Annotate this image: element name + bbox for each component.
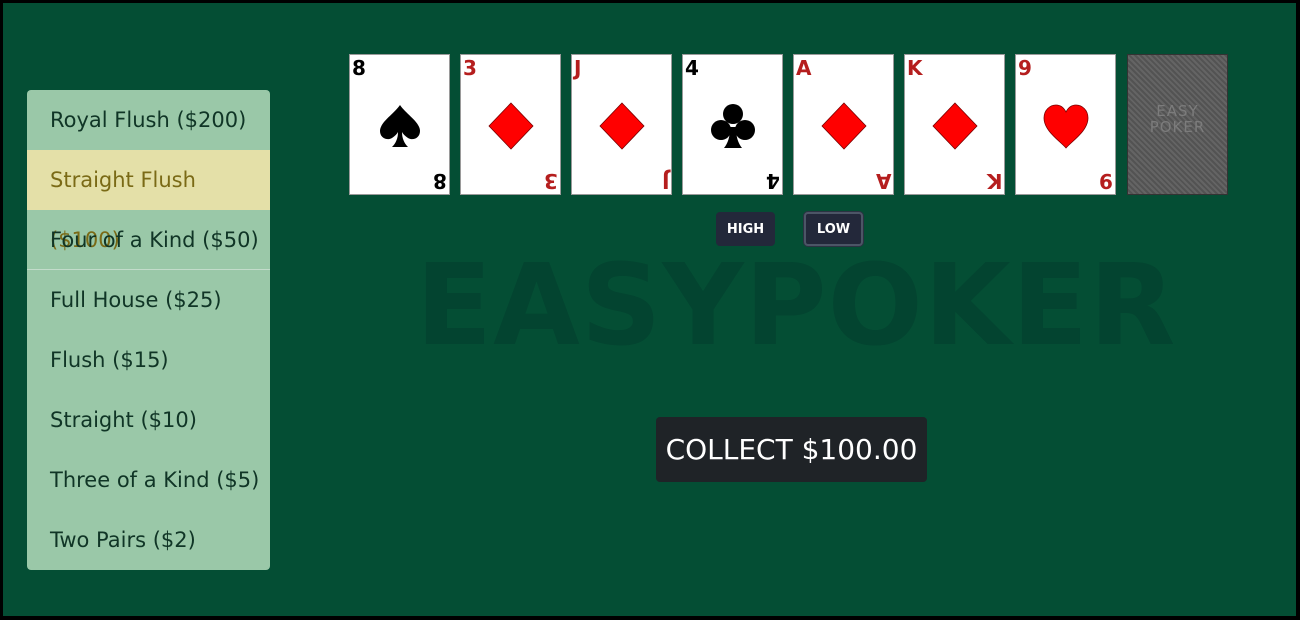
- diamond-icon: [599, 102, 645, 150]
- pay-row-four-of-a-kind: Four of a Kind ($50): [27, 210, 270, 270]
- pay-row-royal-flush: Royal Flush ($200): [50, 108, 247, 132]
- card-rank: 4: [766, 169, 780, 193]
- card-3[interactable]: J J: [571, 54, 672, 195]
- card-rank: J: [661, 169, 669, 193]
- card-rank: 3: [544, 169, 558, 193]
- card-rank: A: [796, 56, 812, 80]
- club-icon: [711, 104, 755, 148]
- card-7[interactable]: 9 9: [1015, 54, 1116, 195]
- card-6[interactable]: K K: [904, 54, 1005, 195]
- deck-card-back[interactable]: EASY POKER: [1127, 54, 1228, 195]
- diamond-icon: [932, 102, 978, 150]
- card-1[interactable]: 8 8: [349, 54, 450, 195]
- card-rank: K: [986, 169, 1003, 193]
- pay-row-two-pairs: Two Pairs ($2): [50, 528, 196, 552]
- pay-row-three-of-a-kind: Three of a Kind ($5): [50, 468, 260, 492]
- card-rank: J: [574, 56, 582, 80]
- card-rank: K: [907, 56, 923, 80]
- collect-button[interactable]: COLLECT $100.00: [656, 417, 927, 482]
- window-frame: Royal Flush ($200) Straight Flush ($100)…: [0, 0, 1300, 620]
- spade-icon: [380, 105, 420, 147]
- card-rank: 8: [433, 169, 447, 193]
- card-rank: 3: [463, 56, 477, 80]
- card-rank: 8: [352, 56, 366, 80]
- deck-logo-line1: EASY: [1156, 102, 1199, 120]
- diamond-icon: [821, 102, 867, 150]
- pay-table: Royal Flush ($200) Straight Flush ($100)…: [27, 90, 270, 570]
- high-button[interactable]: HIGH: [716, 212, 775, 246]
- heart-icon: [1043, 104, 1089, 149]
- card-5[interactable]: A A: [793, 54, 894, 195]
- card-2[interactable]: 3 3: [460, 54, 561, 195]
- card-4[interactable]: 4 4: [682, 54, 783, 195]
- card-rank: 9: [1018, 56, 1032, 80]
- watermark-logo: EASYPOKER: [415, 241, 1177, 371]
- card-rank: 9: [1099, 169, 1113, 193]
- card-rank: 4: [685, 56, 699, 80]
- diamond-icon: [488, 102, 534, 150]
- card-rank: A: [875, 169, 891, 193]
- deck-logo-line2: POKER: [1149, 118, 1206, 136]
- pay-row-full-house: Full House ($25): [50, 288, 222, 312]
- poker-table: Royal Flush ($200) Straight Flush ($100)…: [3, 3, 1296, 616]
- low-button[interactable]: LOW: [804, 212, 863, 246]
- deck-logo: EASY POKER: [1128, 103, 1227, 135]
- pay-row-straight: Straight ($10): [50, 408, 197, 432]
- pay-row-flush: Flush ($15): [50, 348, 169, 372]
- pay-row-straight-flush: Straight Flush ($100): [27, 150, 270, 252]
